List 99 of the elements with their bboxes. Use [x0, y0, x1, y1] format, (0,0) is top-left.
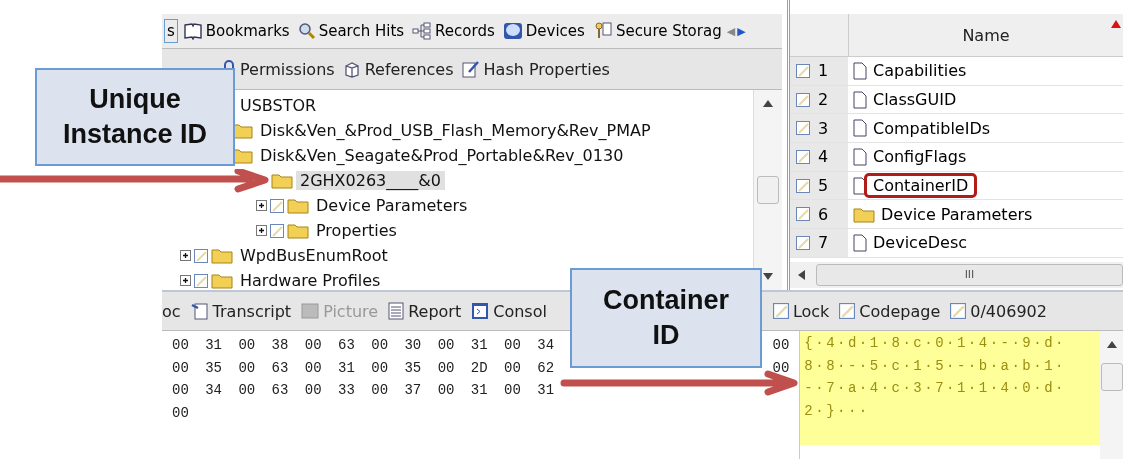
- file-icon: [853, 233, 867, 252]
- row-number: 7: [818, 233, 829, 253]
- checkbox[interactable]: [772, 303, 789, 319]
- folder-icon: [287, 197, 309, 214]
- vertical-scrollbar[interactable]: [1100, 331, 1123, 459]
- hex-bytes: 00 31 00 38 00 63 00 30 00 31 00 34: [172, 337, 555, 355]
- checkbox[interactable]: [796, 63, 810, 78]
- option-label[interactable]: 0/406902: [950, 301, 1047, 321]
- vertical-scrollbar[interactable]: [753, 90, 782, 290]
- folder-icon: [271, 172, 293, 189]
- table-cell: ContainerID: [864, 173, 978, 199]
- expand-icon[interactable]: [256, 200, 267, 211]
- toolbar-button[interactable]: Transcript: [190, 301, 292, 321]
- row-number: 1: [818, 61, 829, 81]
- checkbox[interactable]: [194, 248, 208, 263]
- tree-item[interactable]: Hardware Profiles: [236, 271, 385, 290]
- hex-bytes: 00: [172, 404, 189, 423]
- checkbox[interactable]: [839, 303, 856, 319]
- tree-item[interactable]: Disk&Ven_&Prod_USB_Flash_Memory&Rev_PMAP: [256, 121, 655, 140]
- document-icon: [190, 302, 209, 320]
- table-cell-text: CompatibleIDs: [872, 117, 992, 140]
- sort-icon: [1111, 20, 1121, 28]
- checkbox[interactable]: [796, 207, 810, 222]
- tab[interactable]: Search Hits: [294, 19, 408, 43]
- toolbar-button[interactable]: Consol: [471, 301, 547, 321]
- row-number: 5: [818, 176, 829, 196]
- checkbox[interactable]: [270, 223, 284, 238]
- expand-icon[interactable]: [180, 275, 191, 286]
- scroll-down-icon[interactable]: [762, 270, 774, 282]
- folder-icon: [287, 222, 309, 239]
- tree-item[interactable]: USBSTOR: [236, 96, 321, 115]
- row-number: 4: [818, 147, 829, 167]
- table-cell-text: Device Parameters: [880, 203, 1034, 226]
- table-cell-text: DeviceDesc: [872, 232, 968, 255]
- tab[interactable]: Bookmarks: [179, 19, 293, 43]
- expand-icon[interactable]: [180, 250, 191, 261]
- decoded-text: 2·}···: [804, 402, 871, 421]
- toolbar-button[interactable]: oc: [162, 301, 181, 321]
- option-label[interactable]: Lock: [772, 301, 830, 321]
- table-cell-text: ClassGUID: [872, 89, 958, 112]
- file-icon: [853, 61, 867, 80]
- checkbox[interactable]: [796, 149, 810, 164]
- tree-item[interactable]: Properties: [312, 221, 401, 240]
- file-icon: [853, 119, 867, 138]
- expand-icon[interactable]: [256, 225, 267, 236]
- callout-tooltip: Container ID: [570, 268, 762, 368]
- tree-item[interactable]: Disk&Ven_Seagate&Prod_Portable&Rev_0130: [256, 146, 628, 165]
- scroll-right-button[interactable]: ▶: [737, 24, 746, 38]
- decoded-text: 8·8·-·5·c·1·5·-·b·a·b·1·: [804, 357, 1067, 376]
- file-icon: [853, 90, 867, 109]
- key-icon: [592, 21, 613, 41]
- tree-icon: [412, 22, 433, 40]
- checkbox[interactable]: [796, 178, 810, 193]
- checkbox[interactable]: [796, 92, 810, 107]
- scroll-left-icon[interactable]: [796, 268, 808, 281]
- checkbox[interactable]: [194, 273, 208, 288]
- checkbox[interactable]: [270, 198, 284, 213]
- file-icon: [853, 147, 867, 166]
- hex-bytes: 00: [772, 337, 790, 355]
- option-label[interactable]: Codepage: [839, 301, 941, 321]
- row-number: 6: [818, 204, 829, 224]
- tree-item[interactable]: 2GHX0263____&0: [296, 171, 445, 190]
- report-icon: [388, 302, 405, 320]
- hex-bytes: 00 35 00 63 00 31 00 35 00 2D 00 62: [172, 359, 555, 378]
- scroll-up-icon[interactable]: [762, 98, 774, 110]
- tab[interactable]: s: [164, 19, 178, 43]
- pencil-edit-icon: [461, 60, 480, 78]
- tab[interactable]: Devices: [499, 19, 588, 43]
- decoded-text: {·4·d·1·8·c·0·1·4·-·9·d·: [804, 335, 1067, 353]
- folder-icon: [211, 247, 233, 264]
- box-icon: [342, 60, 361, 78]
- picture-icon: [301, 303, 320, 319]
- row-number: 3: [818, 118, 829, 138]
- folder-icon: [211, 272, 233, 289]
- tab[interactable]: Records: [409, 19, 498, 43]
- decoded-text: -·7·a·4·c·3·7·1·1·4·0·d·: [804, 380, 1067, 398]
- hex-bytes: 00 34 00 63 00 33 00 37 00 31 00 31: [172, 382, 555, 400]
- search-icon: [297, 22, 316, 40]
- row-number: 2: [818, 90, 829, 110]
- tab[interactable]: Secure Storag: [589, 18, 725, 44]
- callout-tooltip: Unique Instance ID: [35, 68, 235, 166]
- checkbox[interactable]: [796, 235, 810, 250]
- book-icon: [182, 22, 203, 40]
- table-cell-text: ConfigFlags: [872, 146, 968, 169]
- folder-icon: [853, 205, 875, 223]
- console-icon: [471, 302, 490, 320]
- checkbox[interactable]: [796, 121, 810, 136]
- scrollbar-thumb[interactable]: [757, 176, 779, 204]
- hex-bytes: 00: [772, 359, 790, 378]
- tree-item[interactable]: Device Parameters: [312, 196, 472, 215]
- toolbar-button[interactable]: References: [342, 59, 454, 79]
- tree-item[interactable]: WpdBusEnumRoot: [236, 246, 392, 265]
- checkbox[interactable]: [950, 303, 967, 319]
- scrollbar-thumb[interactable]: [1100, 363, 1123, 391]
- scrollbar-thumb[interactable]: III: [816, 263, 1123, 286]
- toolbar-button[interactable]: Report: [388, 301, 462, 321]
- toolbar-button[interactable]: Hash Properties: [461, 59, 610, 79]
- scroll-up-icon[interactable]: [1105, 339, 1118, 351]
- table-cell-text: Capabilities: [872, 60, 968, 83]
